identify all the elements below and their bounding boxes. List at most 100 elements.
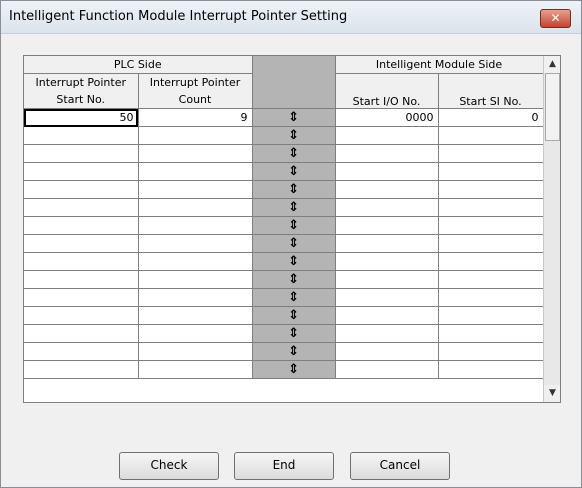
col-start-io-header: Start I/O No. bbox=[335, 73, 439, 109]
start-no-cell[interactable] bbox=[24, 144, 139, 163]
table-row: 50 9 ⇕ 0000 0 bbox=[24, 108, 544, 127]
start-io-cell[interactable] bbox=[335, 162, 439, 181]
start-io-cell[interactable] bbox=[335, 252, 439, 271]
scroll-up-arrow-icon[interactable]: ▲ bbox=[544, 56, 560, 73]
start-io-cell[interactable] bbox=[335, 180, 439, 199]
double-arrow-connector-icon: ⇕ bbox=[288, 343, 299, 359]
connector-cell: ⇕ bbox=[252, 126, 336, 145]
start-io-cell[interactable] bbox=[335, 234, 439, 253]
start-si-cell[interactable] bbox=[438, 306, 544, 325]
start-no-cell[interactable]: 50 bbox=[24, 108, 139, 127]
start-si-cell[interactable] bbox=[438, 252, 544, 271]
count-cell[interactable] bbox=[138, 288, 253, 307]
start-io-cell[interactable] bbox=[335, 270, 439, 289]
count-cell[interactable] bbox=[138, 306, 253, 325]
start-no-cell[interactable] bbox=[24, 198, 139, 217]
start-no-cell[interactable] bbox=[24, 180, 139, 199]
scroll-thumb[interactable] bbox=[545, 73, 560, 141]
start-no-cell[interactable] bbox=[24, 306, 139, 325]
start-no-cell[interactable] bbox=[24, 126, 139, 145]
start-io-cell[interactable] bbox=[335, 198, 439, 217]
start-no-cell[interactable] bbox=[24, 270, 139, 289]
count-cell[interactable] bbox=[138, 252, 253, 271]
connector-cell: ⇕ bbox=[252, 144, 336, 163]
count-cell[interactable] bbox=[138, 126, 253, 145]
col-start-no-header-line1: Interrupt Pointer bbox=[24, 73, 139, 91]
check-button[interactable]: Check bbox=[119, 452, 219, 480]
count-cell[interactable] bbox=[138, 324, 253, 343]
start-si-cell[interactable] bbox=[438, 126, 544, 145]
start-si-cell[interactable] bbox=[438, 360, 544, 379]
count-cell[interactable] bbox=[138, 162, 253, 181]
count-cell[interactable] bbox=[138, 144, 253, 163]
start-si-cell[interactable] bbox=[438, 324, 544, 343]
count-cell[interactable]: 9 bbox=[138, 108, 253, 127]
scroll-down-arrow-icon[interactable]: ▼ bbox=[544, 385, 560, 402]
double-arrow-connector-icon: ⇕ bbox=[288, 109, 299, 125]
start-si-cell[interactable] bbox=[438, 180, 544, 199]
connector-cell: ⇕ bbox=[252, 288, 336, 307]
close-button[interactable]: ✕ bbox=[540, 9, 571, 28]
col-count-header-line1: Interrupt Pointer bbox=[138, 73, 253, 91]
start-io-cell[interactable] bbox=[335, 144, 439, 163]
connector-cell: ⇕ bbox=[252, 216, 336, 235]
start-si-cell[interactable] bbox=[438, 270, 544, 289]
count-cell[interactable] bbox=[138, 270, 253, 289]
start-si-cell[interactable] bbox=[438, 144, 544, 163]
count-cell[interactable] bbox=[138, 216, 253, 235]
table-row: ⇕ bbox=[24, 162, 544, 181]
start-io-cell[interactable] bbox=[335, 324, 439, 343]
count-cell[interactable] bbox=[138, 198, 253, 217]
start-si-cell[interactable] bbox=[438, 198, 544, 217]
table-row: ⇕ bbox=[24, 342, 544, 361]
start-io-cell[interactable] bbox=[335, 342, 439, 361]
start-no-cell[interactable] bbox=[24, 216, 139, 235]
connector-cell: ⇕ bbox=[252, 342, 336, 361]
plc-side-header: PLC Side bbox=[24, 56, 253, 74]
double-arrow-connector-icon: ⇕ bbox=[288, 307, 299, 323]
double-arrow-connector-icon: ⇕ bbox=[288, 235, 299, 251]
dialog-window: Intelligent Function Module Interrupt Po… bbox=[0, 0, 582, 488]
start-si-cell[interactable] bbox=[438, 234, 544, 253]
start-si-cell[interactable] bbox=[438, 162, 544, 181]
double-arrow-connector-icon: ⇕ bbox=[288, 217, 299, 233]
start-no-cell[interactable] bbox=[24, 342, 139, 361]
count-cell[interactable] bbox=[138, 342, 253, 361]
start-io-cell[interactable]: 0000 bbox=[335, 108, 439, 127]
double-arrow-connector-icon: ⇕ bbox=[288, 271, 299, 287]
connector-cell: ⇕ bbox=[252, 234, 336, 253]
count-cell[interactable] bbox=[138, 360, 253, 379]
start-io-cell[interactable] bbox=[335, 216, 439, 235]
start-si-cell[interactable] bbox=[438, 216, 544, 235]
count-cell[interactable] bbox=[138, 180, 253, 199]
start-si-cell[interactable] bbox=[438, 288, 544, 307]
start-no-cell[interactable] bbox=[24, 360, 139, 379]
start-si-cell[interactable] bbox=[438, 342, 544, 361]
double-arrow-connector-icon: ⇕ bbox=[288, 361, 299, 377]
start-no-cell[interactable] bbox=[24, 288, 139, 307]
table-row: ⇕ bbox=[24, 216, 544, 235]
connector-cell: ⇕ bbox=[252, 270, 336, 289]
count-cell[interactable] bbox=[138, 234, 253, 253]
table-row: ⇕ bbox=[24, 288, 544, 307]
start-io-cell[interactable] bbox=[335, 288, 439, 307]
col-start-no-header-line2: Start No. bbox=[24, 91, 139, 109]
start-no-cell[interactable] bbox=[24, 234, 139, 253]
start-no-cell[interactable] bbox=[24, 252, 139, 271]
table-row: ⇕ bbox=[24, 144, 544, 163]
cancel-button[interactable]: Cancel bbox=[350, 452, 450, 480]
vertical-scrollbar[interactable]: ▲ ▼ bbox=[543, 56, 560, 402]
connector-cell: ⇕ bbox=[252, 162, 336, 181]
table-row: ⇕ bbox=[24, 252, 544, 271]
start-io-cell[interactable] bbox=[335, 306, 439, 325]
start-no-cell[interactable] bbox=[24, 162, 139, 181]
end-button[interactable]: End bbox=[234, 452, 334, 480]
connector-cell: ⇕ bbox=[252, 252, 336, 271]
start-no-cell[interactable] bbox=[24, 324, 139, 343]
start-si-cell[interactable]: 0 bbox=[438, 108, 544, 127]
start-io-cell[interactable] bbox=[335, 126, 439, 145]
start-io-cell[interactable] bbox=[335, 360, 439, 379]
double-arrow-connector-icon: ⇕ bbox=[288, 325, 299, 341]
grid-table: PLC Side Intelligent Module Side Interru… bbox=[24, 56, 544, 379]
double-arrow-connector-icon: ⇕ bbox=[288, 253, 299, 269]
